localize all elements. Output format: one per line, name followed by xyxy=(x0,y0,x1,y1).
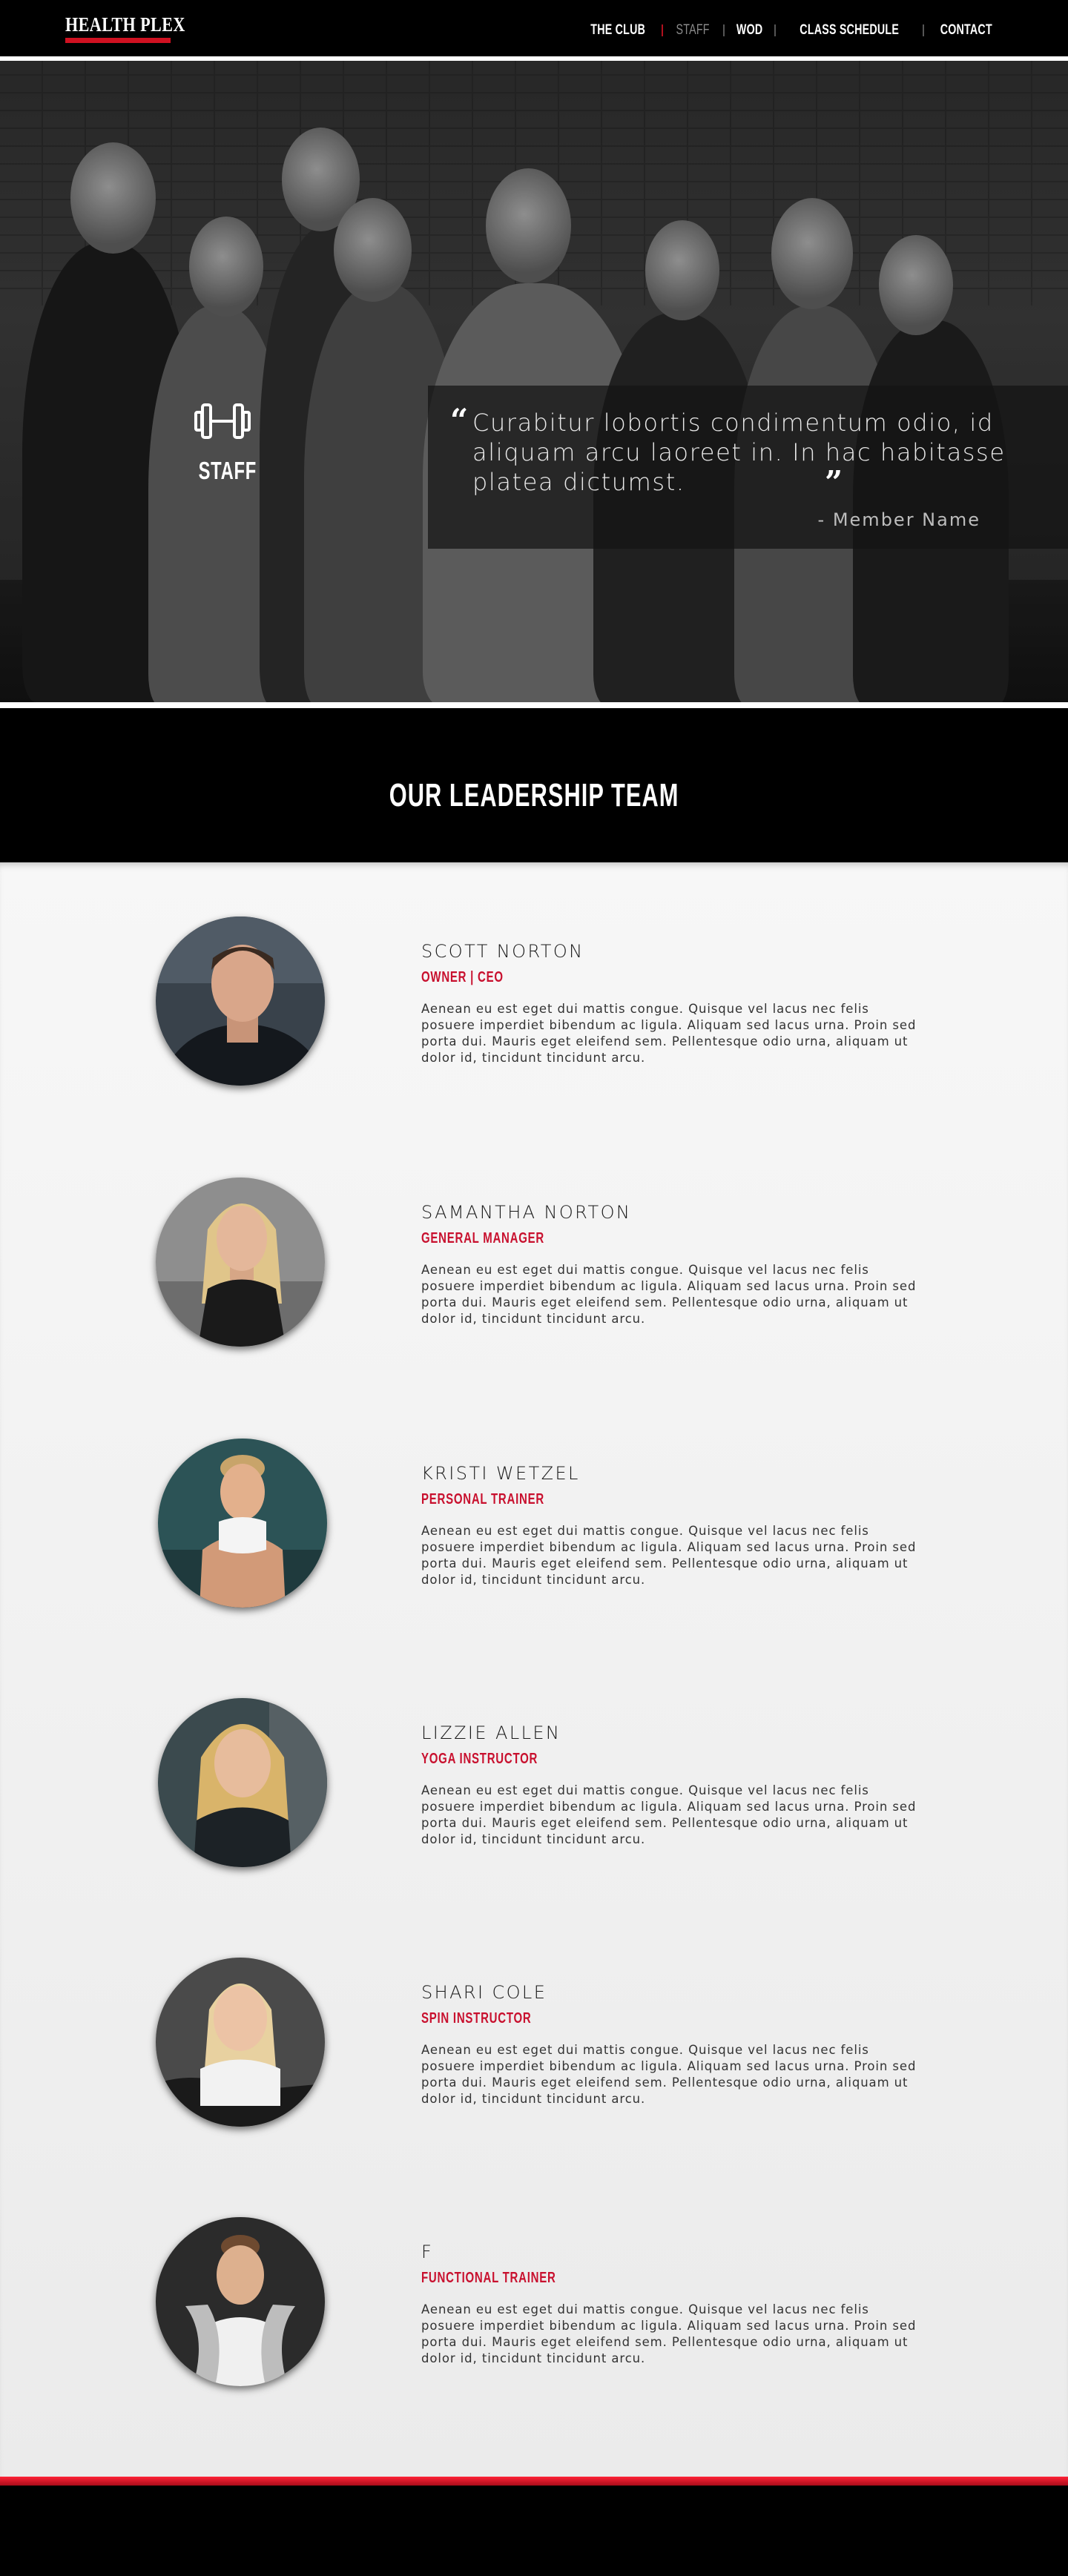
member-photo xyxy=(156,2217,325,2386)
member-name: LIZZIE ALLEN xyxy=(421,1723,561,1743)
team-member: SCOTT NORTON OWNER | CEO Aenean eu est e… xyxy=(0,917,1068,1094)
member-bio: Aenean eu est eget dui mattis congue. Qu… xyxy=(421,1783,917,1846)
member-role: PERSONAL TRAINER xyxy=(421,1491,544,1507)
team-banner: OUR LEADERSHIP TEAM xyxy=(0,708,1068,862)
nav-divider xyxy=(722,24,725,36)
member-photo xyxy=(158,1698,327,1867)
team-member: SHARI COLE SPIN INSTRUCTOR Aenean eu est… xyxy=(0,1958,1068,2136)
member-name: SHARI COLE xyxy=(421,1982,547,2003)
nav-item-contact[interactable]: CONTACT xyxy=(940,22,992,39)
hero-banner: STAFF “ Curabitur lobortis condimentum o… xyxy=(0,61,1068,702)
logo-text: HEALTH PLEX xyxy=(65,13,185,36)
site-header: HEALTH PLEX THE CLUB STAFF WOD CLASS SCH… xyxy=(0,0,1068,56)
member-role: OWNER | CEO xyxy=(421,969,504,985)
member-name: SCOTT NORTON xyxy=(421,941,584,962)
hero-overlay xyxy=(0,61,1068,702)
member-role: SPIN INSTRUCTOR xyxy=(421,2010,532,2027)
member-photo xyxy=(156,917,325,1086)
team-member: LIZZIE ALLEN YOGA INSTRUCTOR Aenean eu e… xyxy=(0,1698,1068,1876)
member-photo xyxy=(156,1958,325,2127)
nav-item-class-schedule[interactable]: CLASS SCHEDULE xyxy=(800,22,899,39)
member-photo xyxy=(156,1178,325,1347)
team-member: KRISTI WETZEL PERSONAL TRAINER Aenean eu… xyxy=(0,1439,1068,1616)
staff-badge: STAFF xyxy=(189,402,256,485)
logo[interactable]: HEALTH PLEX xyxy=(65,13,185,43)
nav-item-wod[interactable]: WOD xyxy=(736,22,763,39)
member-bio: Aenean eu est eget dui mattis congue. Qu… xyxy=(421,2043,917,2106)
logo-underline xyxy=(65,38,171,43)
member-info: SHARI COLE SPIN INSTRUCTOR Aenean eu est… xyxy=(421,1982,918,2107)
team-member: F FUNCTIONAL TRAINER Aenean eu est eget … xyxy=(0,2217,1068,2395)
member-info: SCOTT NORTON OWNER | CEO Aenean eu est e… xyxy=(421,941,918,1066)
team-member: SAMANTHA NORTON GENERAL MANAGER Aenean e… xyxy=(0,1178,1068,1355)
member-info: F FUNCTIONAL TRAINER Aenean eu est eget … xyxy=(421,2242,918,2367)
nav-divider xyxy=(662,24,664,36)
quote-close-mark: ” xyxy=(825,464,843,501)
main-nav: THE CLUB STAFF WOD CLASS SCHEDULE CONTAC… xyxy=(581,22,1001,39)
footer-accent-bar xyxy=(0,2477,1068,2486)
member-name: F xyxy=(421,2242,434,2262)
staff-label: STAFF xyxy=(198,457,257,484)
nav-divider xyxy=(923,24,925,36)
member-role: YOGA INSTRUCTOR xyxy=(421,1751,538,1767)
quote-text: Curabitur lobortis condimentum odio, id … xyxy=(472,409,1006,496)
nav-divider xyxy=(774,24,777,36)
member-info: KRISTI WETZEL PERSONAL TRAINER Aenean eu… xyxy=(421,1463,918,1588)
member-bio: Aenean eu est eget dui mattis congue. Qu… xyxy=(421,1524,917,1587)
hero-divider xyxy=(0,702,1068,708)
member-bio: Aenean eu est eget dui mattis congue. Qu… xyxy=(421,1002,917,1065)
nav-item-the-club[interactable]: THE CLUB xyxy=(590,22,645,39)
team-list: SCOTT NORTON OWNER | CEO Aenean eu est e… xyxy=(0,862,1068,2477)
member-name: SAMANTHA NORTON xyxy=(421,1202,632,1223)
member-role: FUNCTIONAL TRAINER xyxy=(421,2270,556,2286)
team-title: OUR LEADERSHIP TEAM xyxy=(0,777,1068,814)
member-name: KRISTI WETZEL xyxy=(421,1463,580,1484)
dumbbell-icon xyxy=(189,402,256,440)
quote-author: - Member Name xyxy=(817,509,980,530)
testimonial-quote: “ Curabitur lobortis condimentum odio, i… xyxy=(428,386,1068,549)
member-bio: Aenean eu est eget dui mattis congue. Qu… xyxy=(421,1263,917,1326)
member-info: SAMANTHA NORTON GENERAL MANAGER Aenean e… xyxy=(421,1202,918,1327)
nav-item-staff[interactable]: STAFF xyxy=(676,22,710,39)
member-photo xyxy=(158,1439,327,1608)
site-footer xyxy=(0,2486,1068,2576)
member-role: GENERAL MANAGER xyxy=(421,1230,544,1246)
team-title-text: OUR LEADERSHIP TEAM xyxy=(389,777,679,813)
member-info: LIZZIE ALLEN YOGA INSTRUCTOR Aenean eu e… xyxy=(421,1723,918,1848)
member-bio: Aenean eu est eget dui mattis congue. Qu… xyxy=(421,2302,917,2365)
quote-open-mark: “ xyxy=(450,402,469,438)
